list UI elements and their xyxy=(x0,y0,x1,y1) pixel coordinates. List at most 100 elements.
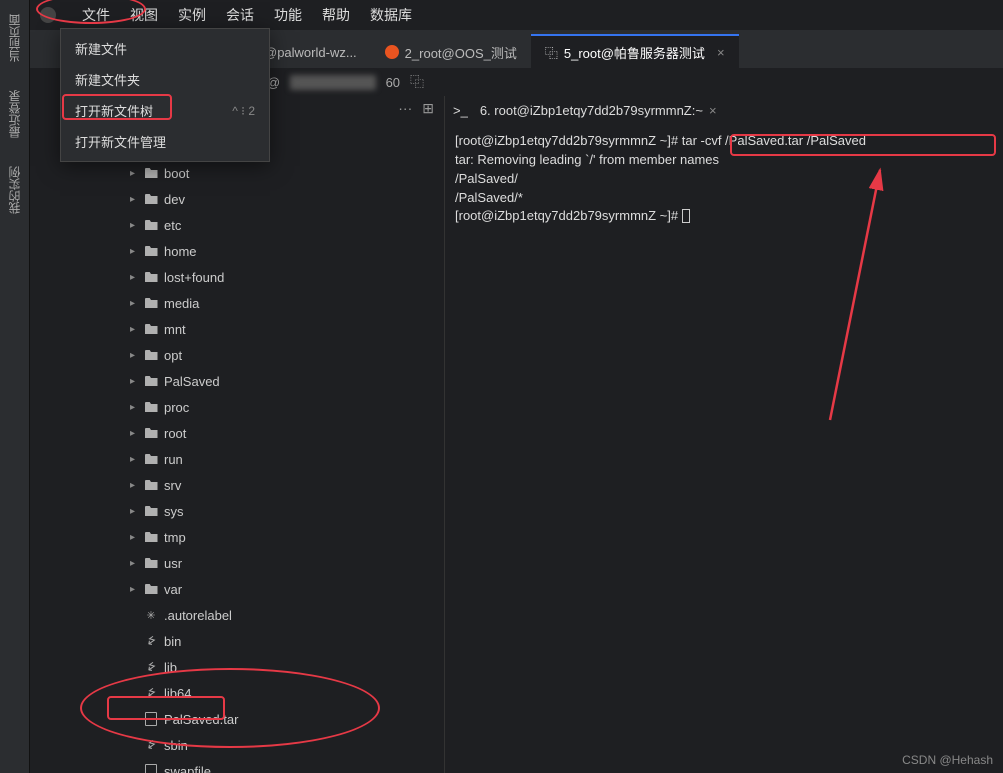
terminal-tab[interactable]: 6. root@iZbp1etqy7dd2b79syrmmnZ:~ × xyxy=(480,103,717,118)
rail-tab-current-page[interactable]: 当前页面 xyxy=(6,10,23,66)
rail-tab-my-instances[interactable]: 我的实例 xyxy=(6,162,23,218)
folder-icon xyxy=(144,400,158,414)
menu-item-label: 打开新文件树 xyxy=(75,101,153,120)
terminal-line: tar: Removing leading `/' from member na… xyxy=(455,151,993,170)
tree-item-label: PalSaved xyxy=(164,374,220,389)
menu-item-new-file[interactable]: 新建文件 xyxy=(61,33,269,64)
menu-help[interactable]: 帮助 xyxy=(322,5,350,25)
tree-item--autorelabel[interactable]: .autorelabel xyxy=(30,602,444,628)
menubar: 文件 视图 实例 会话 功能 帮助 数据库 xyxy=(30,0,1003,30)
tree-item-boot[interactable]: ▸boot xyxy=(30,160,444,186)
folder-icon xyxy=(144,166,158,180)
tree-item-label: tmp xyxy=(164,530,186,545)
folder-icon xyxy=(144,374,158,388)
menu-item-new-folder[interactable]: 新建文件夹 xyxy=(61,64,269,95)
menu-item-open-tree[interactable]: 打开新文件树 ^ ⁝ 2 xyxy=(61,95,269,126)
tree-item-run[interactable]: ▸run xyxy=(30,446,444,472)
close-icon[interactable]: × xyxy=(709,103,717,118)
tree-item-root[interactable]: ▸root xyxy=(30,420,444,446)
terminal-line: /PalSaved/* xyxy=(455,189,993,208)
add-icon[interactable]: ⊞ xyxy=(422,100,434,117)
folder-icon xyxy=(144,504,158,518)
menu-database[interactable]: 数据库 xyxy=(370,5,412,25)
tab-oos[interactable]: 2_root@OOS_测试 xyxy=(371,34,531,68)
chevron-right-icon: ▸ xyxy=(130,532,138,543)
tree-item-PalSaved[interactable]: ▸ PalSaved xyxy=(30,368,444,394)
file-icon xyxy=(144,712,158,726)
tree-item-label: dev xyxy=(164,192,185,207)
file-tree: ▸boot▸dev▸etc▸home▸lost+found▸media▸mnt▸… xyxy=(30,120,444,773)
folder-icon xyxy=(144,478,158,492)
terminal-body[interactable]: [root@iZbp1etqy7dd2b79syrmmnZ ~]# tar -c… xyxy=(445,124,1003,773)
menu-instance[interactable]: 实例 xyxy=(178,5,206,25)
tree-item-lost-found[interactable]: ▸ lost+found xyxy=(30,264,444,290)
breadcrumb-part: 60 xyxy=(386,75,400,90)
tree-item-dev[interactable]: ▸dev xyxy=(30,186,444,212)
tree-item-label: bin xyxy=(164,634,181,649)
chevron-right-icon: ▸ xyxy=(130,324,138,335)
tree-item-lib[interactable]: lib xyxy=(30,654,444,680)
link-icon xyxy=(144,738,158,752)
tree-item-lib64[interactable]: lib64 xyxy=(30,680,444,706)
tree-item-bin[interactable]: bin xyxy=(30,628,444,654)
tree-item-media[interactable]: ▸media xyxy=(30,290,444,316)
menu-session[interactable]: 会话 xyxy=(226,5,254,25)
tree-item-opt[interactable]: ▸opt xyxy=(30,342,444,368)
file-tree-panel: ··· ⊞ ▸boot▸dev▸etc▸home▸lost+found▸medi… xyxy=(30,96,445,773)
menu-file[interactable]: 文件 xyxy=(82,5,110,25)
chevron-right-icon: ▸ xyxy=(130,402,138,413)
breadcrumb-part-blurred: xxxxxxx xyxy=(290,75,376,90)
chevron-right-icon: ▸ xyxy=(130,272,138,283)
more-icon[interactable]: ··· xyxy=(398,100,412,116)
tree-item-label: usr xyxy=(164,556,182,571)
menu-item-open-filemgr[interactable]: 打开新文件管理 xyxy=(61,126,269,157)
tree-item-srv[interactable]: ▸srv xyxy=(30,472,444,498)
menu-function[interactable]: 功能 xyxy=(274,5,302,25)
folder-icon xyxy=(144,296,158,310)
tree-item-sbin[interactable]: sbin xyxy=(30,732,444,758)
tree-item-usr[interactable]: ▸ usr xyxy=(30,550,444,576)
chevron-right-icon: ▸ xyxy=(130,428,138,439)
tree-item-proc[interactable]: ▸ proc xyxy=(30,394,444,420)
tree-item-PalSaved-tar[interactable]: PalSaved.tar xyxy=(30,706,444,732)
main-area: ··· ⊞ ▸boot▸dev▸etc▸home▸lost+found▸medi… xyxy=(30,96,1003,773)
link-icon xyxy=(144,634,158,648)
close-icon[interactable]: × xyxy=(717,45,725,60)
menu-item-label: 打开新文件管理 xyxy=(75,132,166,151)
tree-item-label: mnt xyxy=(164,322,186,337)
tree-item-home[interactable]: ▸home xyxy=(30,238,444,264)
chevron-right-icon: ▸ xyxy=(130,506,138,517)
tree-item-mnt[interactable]: ▸ mnt xyxy=(30,316,444,342)
tree-item-label: lib xyxy=(164,660,177,675)
menu-view[interactable]: 视图 xyxy=(130,5,158,25)
rail-tab-recent-login[interactable]: 最近登录 xyxy=(6,86,23,142)
folder-icon xyxy=(144,270,158,284)
file-icon xyxy=(144,764,158,773)
link-icon xyxy=(144,660,158,674)
chevron-right-icon: ▸ xyxy=(130,376,138,387)
tab-label: @palworld-wz... xyxy=(264,45,357,60)
copy-icon[interactable]: ⿻ xyxy=(410,72,424,92)
tree-item-tmp[interactable]: ▸ tmp xyxy=(30,524,444,550)
tree-item-etc[interactable]: ▸etc xyxy=(30,212,444,238)
tree-item-label: boot xyxy=(164,166,189,181)
tab-label: 5_root@帕鲁服务器测试 xyxy=(564,43,705,62)
terminal-cursor xyxy=(682,209,690,223)
tree-item-label: lost+found xyxy=(164,270,224,285)
tree-item-label: proc xyxy=(164,400,189,415)
folder-icon xyxy=(144,192,158,206)
terminal-panel: >_ 6. root@iZbp1etqy7dd2b79syrmmnZ:~ × [… xyxy=(445,96,1003,773)
chevron-right-icon: ▸ xyxy=(130,558,138,569)
menu-item-label: 新建文件 xyxy=(75,39,127,58)
tree-item-var[interactable]: ▸var xyxy=(30,576,444,602)
folder-icon xyxy=(144,530,158,544)
tree-item-sys[interactable]: ▸sys xyxy=(30,498,444,524)
tab-label: 2_root@OOS_测试 xyxy=(405,43,517,62)
folder-icon xyxy=(144,426,158,440)
terminal-tab-label: 6. root@iZbp1etqy7dd2b79syrmmnZ:~ xyxy=(480,103,703,118)
menu-item-shortcut: ^ ⁝ 2 xyxy=(232,104,255,118)
tab-palu-server[interactable]: ⿻ 5_root@帕鲁服务器测试 × xyxy=(531,34,739,68)
menu-item-label: 新建文件夹 xyxy=(75,70,140,89)
tree-item-label: .autorelabel xyxy=(164,608,232,623)
tree-item-swapfile[interactable]: swapfile xyxy=(30,758,444,773)
